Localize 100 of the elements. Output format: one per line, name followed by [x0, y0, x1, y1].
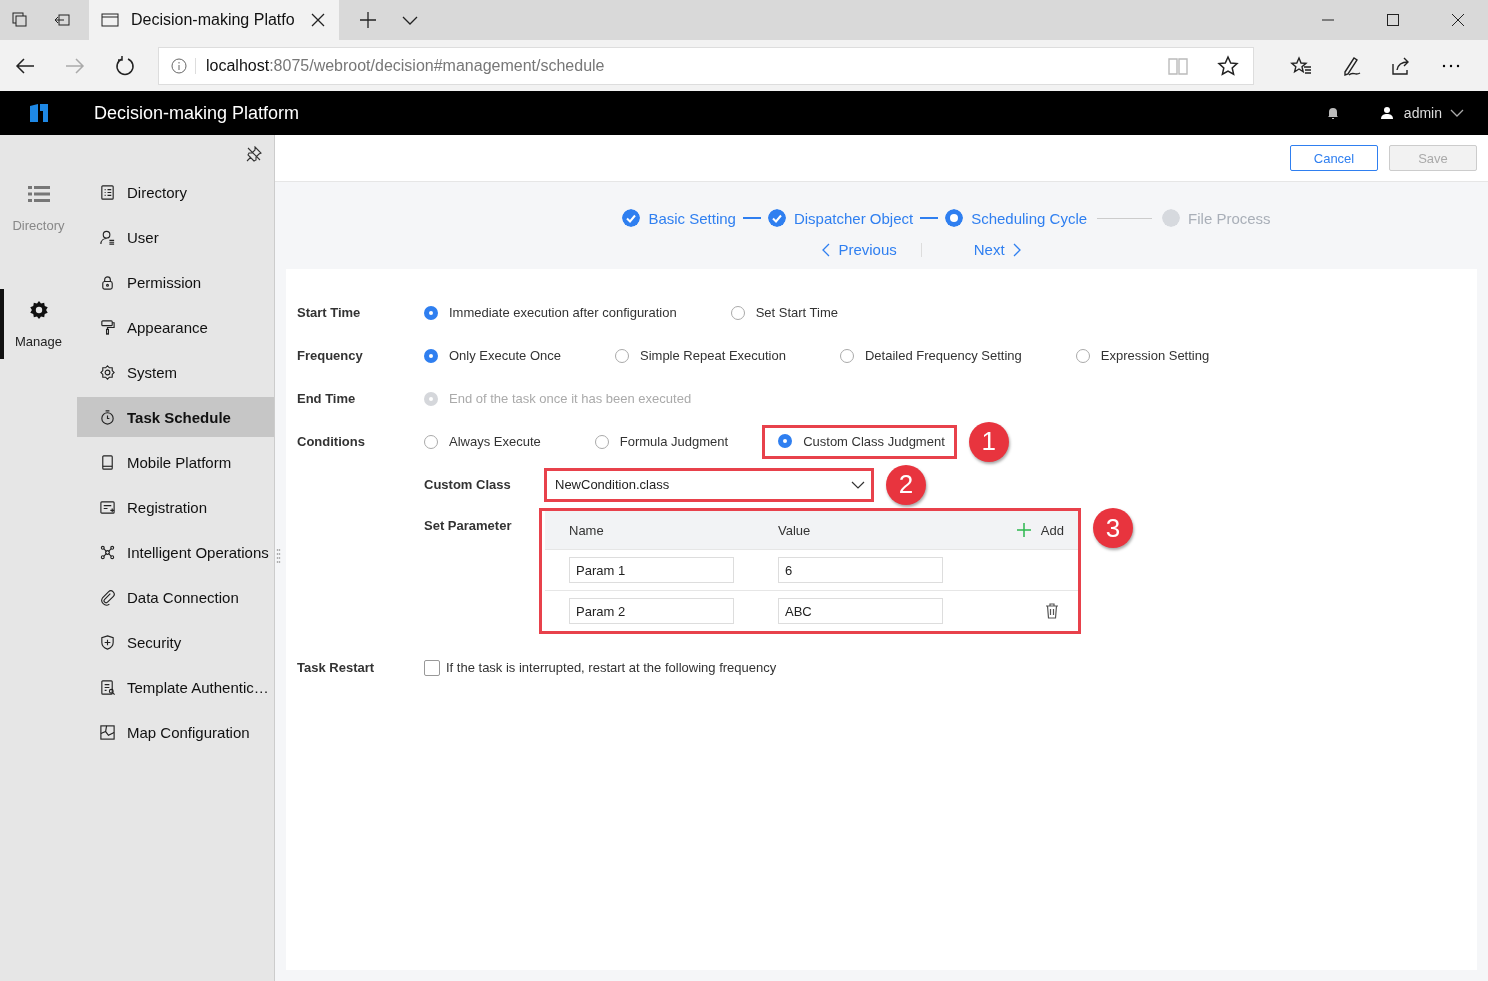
radio-option[interactable]: Simple Repeat Execution [615, 348, 786, 363]
menu-label: Map Configuration [127, 723, 250, 741]
radio-button[interactable] [424, 348, 438, 363]
menu-item[interactable]: Appearance [77, 307, 274, 347]
rail-label: Manage [15, 333, 62, 349]
previous-button[interactable]: Previous [822, 241, 897, 258]
radio-button[interactable] [594, 434, 609, 449]
add-button[interactable]: Add [1016, 522, 1064, 538]
menu-label: Task Schedule [127, 408, 231, 426]
name-field[interactable]: Param 1 [569, 557, 734, 583]
cancel-button[interactable]: Cancel [1290, 145, 1378, 171]
value-field[interactable]: ABC [778, 598, 943, 624]
close-icon[interactable] [309, 11, 327, 29]
tabs-aside-icon[interactable] [11, 11, 29, 29]
checkbox-option[interactable]: If the task is interrupted, restart at the following frequency [424, 659, 777, 676]
radio-option[interactable]: Detailed Frequency Setting [840, 348, 1022, 363]
chevron-left-icon [822, 242, 831, 257]
tablet-icon [99, 453, 116, 471]
resize-handle-icon[interactable] [276, 549, 281, 563]
menu-label: User [127, 228, 159, 246]
logo-icon [28, 102, 50, 124]
radio-option[interactable]: Expression Setting [1075, 348, 1210, 363]
menu-label: System [127, 363, 177, 381]
menu-item[interactable]: Template Authentic… [77, 667, 274, 707]
radio-option[interactable]: Always Execute [424, 434, 541, 449]
value-field[interactable]: 6 [778, 557, 943, 583]
menu-label: Appearance [127, 318, 208, 336]
menu-label: Permission [127, 273, 202, 291]
tab-back-icon[interactable] [53, 11, 71, 29]
field-label: End Time [296, 391, 357, 406]
star-icon[interactable] [1217, 54, 1239, 77]
radio-option[interactable]: Only Execute Once [424, 348, 561, 363]
menu-label: Registration [127, 498, 208, 516]
menu-item[interactable]: Intelligent Operations [77, 532, 274, 572]
stopwatch-icon [99, 408, 116, 426]
close-icon[interactable] [1451, 13, 1465, 27]
menu-item[interactable]: Permission [77, 262, 274, 302]
radio-button[interactable] [730, 305, 745, 320]
gear-icon [27, 299, 50, 320]
trash-icon[interactable] [1045, 603, 1059, 619]
menu-item[interactable]: Task Schedule [77, 397, 274, 437]
menu-item[interactable]: Registration [77, 487, 274, 527]
step[interactable]: Dispatcher Object [767, 209, 914, 227]
list-icon [27, 183, 50, 204]
list-icon [99, 183, 116, 201]
info-icon [171, 57, 196, 74]
network-icon [99, 543, 116, 561]
address-bar[interactable]: localhost:8075/webroot/decision#management/schedule [158, 46, 1254, 85]
field-label: Task Restart [296, 660, 376, 675]
field-label: Set Parameter [423, 518, 513, 533]
menu-item[interactable]: System [77, 352, 274, 392]
browser-tab[interactable]: Decision-making Platfo [89, 0, 339, 40]
paint-roller-icon [99, 318, 116, 336]
paperclip-icon [99, 588, 116, 606]
menu-item[interactable]: Data Connection [77, 577, 274, 617]
radio-option[interactable]: Set Start Time [730, 305, 838, 320]
shield-icon [99, 633, 116, 651]
menu-item[interactable]: Mobile Platform [77, 442, 274, 482]
radio-button[interactable] [424, 434, 438, 449]
radio-button[interactable] [840, 348, 854, 363]
app-title: Decision-making Platform [94, 102, 300, 124]
user-name[interactable]: admin [1403, 105, 1442, 121]
menu-item[interactable]: Directory [77, 172, 274, 212]
radio-button[interactable] [778, 434, 793, 448]
new-tab-icon[interactable] [359, 11, 377, 29]
name-field[interactable]: Param 2 [569, 598, 734, 624]
next-button[interactable]: Next [973, 241, 1021, 258]
tab-title: Decision-making Platfo [131, 11, 296, 29]
rail-label: Directory [12, 217, 65, 233]
page-icon [101, 11, 119, 29]
document-icon [99, 678, 116, 696]
url-text: localhost:8075/webroot/decision#management/schedule [206, 56, 605, 75]
maximize-icon[interactable] [1386, 13, 1400, 27]
column-header: Name [568, 522, 605, 538]
menu-label: Security [127, 633, 182, 651]
checkbox[interactable] [424, 659, 440, 676]
menu-label: Intelligent Operations [127, 543, 269, 561]
menu-item[interactable]: Security [77, 622, 274, 662]
plus-icon [1016, 523, 1031, 537]
form-icon [99, 498, 116, 516]
radio-option[interactable]: Formula Judgment [594, 434, 729, 449]
callout-number: 1 [968, 421, 1009, 462]
menu-item[interactable]: Map Configuration [77, 712, 274, 752]
step[interactable]: Scheduling Cycle [945, 209, 1088, 227]
radio-option[interactable]: Custom Class Judgment [778, 433, 945, 449]
radio-button[interactable] [424, 305, 438, 320]
menu-item[interactable]: User [77, 217, 274, 257]
radio-button[interactable] [615, 348, 629, 363]
menu-label: Directory [127, 183, 187, 201]
column-header: Value [777, 522, 812, 538]
favorites-icon[interactable] [1290, 54, 1312, 77]
field-label: Conditions [296, 434, 366, 449]
field-label: Start Time [296, 305, 362, 320]
radio-button[interactable] [1075, 348, 1090, 363]
lock-icon [99, 273, 116, 291]
user-icon [1379, 106, 1394, 120]
refresh-icon[interactable] [114, 54, 136, 77]
radio-option[interactable]: Immediate execution after configuration [424, 305, 677, 320]
step[interactable]: Basic Setting [622, 209, 736, 227]
unpin-icon[interactable] [246, 145, 262, 162]
